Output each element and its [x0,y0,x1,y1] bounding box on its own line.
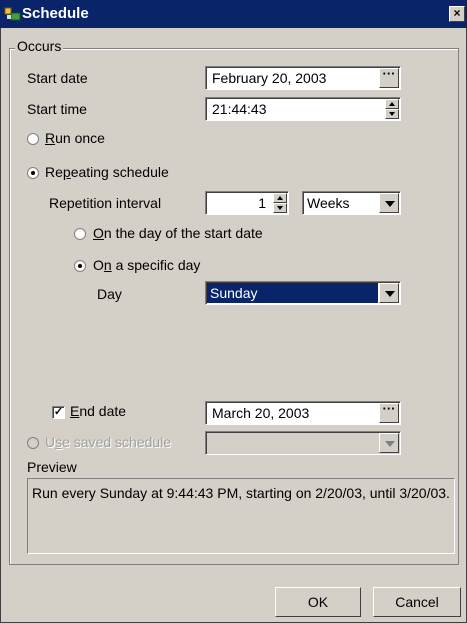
ok-button[interactable]: OK [275,587,361,617]
repetition-unit-dropdown-button[interactable] [379,193,399,213]
close-button[interactable]: × [449,6,465,22]
title-bar[interactable]: Schedule × [0,0,467,28]
repetition-interval-field[interactable]: 1 [205,191,289,215]
start-time-down-button[interactable] [385,109,399,119]
chevron-down-icon [385,291,395,297]
run-once-label[interactable]: Run once [45,130,105,146]
saved-schedule-radio[interactable] [27,437,39,449]
repetition-unit-select[interactable]: Weeks [302,191,401,215]
arrow-up-icon [277,196,283,200]
start-date-picker-button[interactable]: ··· [379,66,399,88]
window-title: Schedule [22,5,89,22]
start-time-value: 21:44:43 [212,101,267,117]
end-date-value: March 20, 2003 [212,405,310,421]
saved-schedule-select[interactable] [205,431,401,455]
end-date-picker-button[interactable]: ··· [379,401,399,423]
specific-day-radio[interactable] [74,260,86,272]
specific-day-label[interactable]: On a specific day [93,257,200,273]
chevron-down-icon [385,201,395,207]
start-day-radio[interactable] [74,228,86,240]
start-day-label[interactable]: On the day of the start date [93,225,263,241]
radio-dot [31,171,35,175]
arrow-down-icon [277,206,283,210]
arrow-up-icon [389,102,395,106]
preview-text: Run every Sunday at 9:44:43 PM, starting… [32,485,450,501]
cancel-button[interactable]: Cancel [373,587,461,617]
preview-label: Preview [27,459,77,475]
start-date-value: February 20, 2003 [212,70,327,86]
day-select[interactable]: Sunday [205,281,401,305]
start-date-label: Start date [27,70,88,86]
saved-schedule-dropdown-button[interactable] [379,433,399,453]
preview-box: Run every Sunday at 9:44:43 PM, starting… [27,478,455,554]
ellipsis-icon: ··· [382,66,396,81]
end-date-label[interactable]: End date [70,403,126,419]
repetition-down-button[interactable] [273,203,287,213]
radio-dot [78,264,82,268]
start-time-up-button[interactable] [385,99,399,109]
repetition-interval-spinner[interactable] [273,193,287,213]
end-date-field[interactable]: March 20, 2003 ··· [205,401,401,425]
repetition-interval-value: 1 [258,195,266,211]
end-date-checkbox[interactable]: ✓ [52,406,65,419]
run-once-radio[interactable] [27,133,39,145]
day-label: Day [97,286,122,302]
repetition-interval-label: Repetition interval [49,195,162,211]
check-icon: ✓ [53,406,64,418]
occurs-label: Occurs [15,38,64,54]
saved-schedule-label[interactable]: Use saved schedule [45,434,171,450]
day-dropdown-button[interactable] [379,283,399,303]
start-date-field[interactable]: February 20, 2003 ··· [205,66,401,90]
close-icon: × [453,6,461,20]
day-value: Sunday [210,285,258,301]
repetition-unit-value: Weeks [307,195,350,211]
start-time-label: Start time [27,101,87,117]
chevron-down-icon [385,441,395,447]
ellipsis-icon: ··· [382,401,396,416]
repeating-schedule-radio[interactable] [27,167,39,179]
schedule-icon [4,6,22,22]
repetition-up-button[interactable] [273,193,287,203]
start-time-field[interactable]: 21:44:43 [205,97,401,121]
start-time-spinner[interactable] [385,99,399,119]
arrow-down-icon [389,112,395,116]
repeating-schedule-label[interactable]: Repeating schedule [45,164,169,180]
